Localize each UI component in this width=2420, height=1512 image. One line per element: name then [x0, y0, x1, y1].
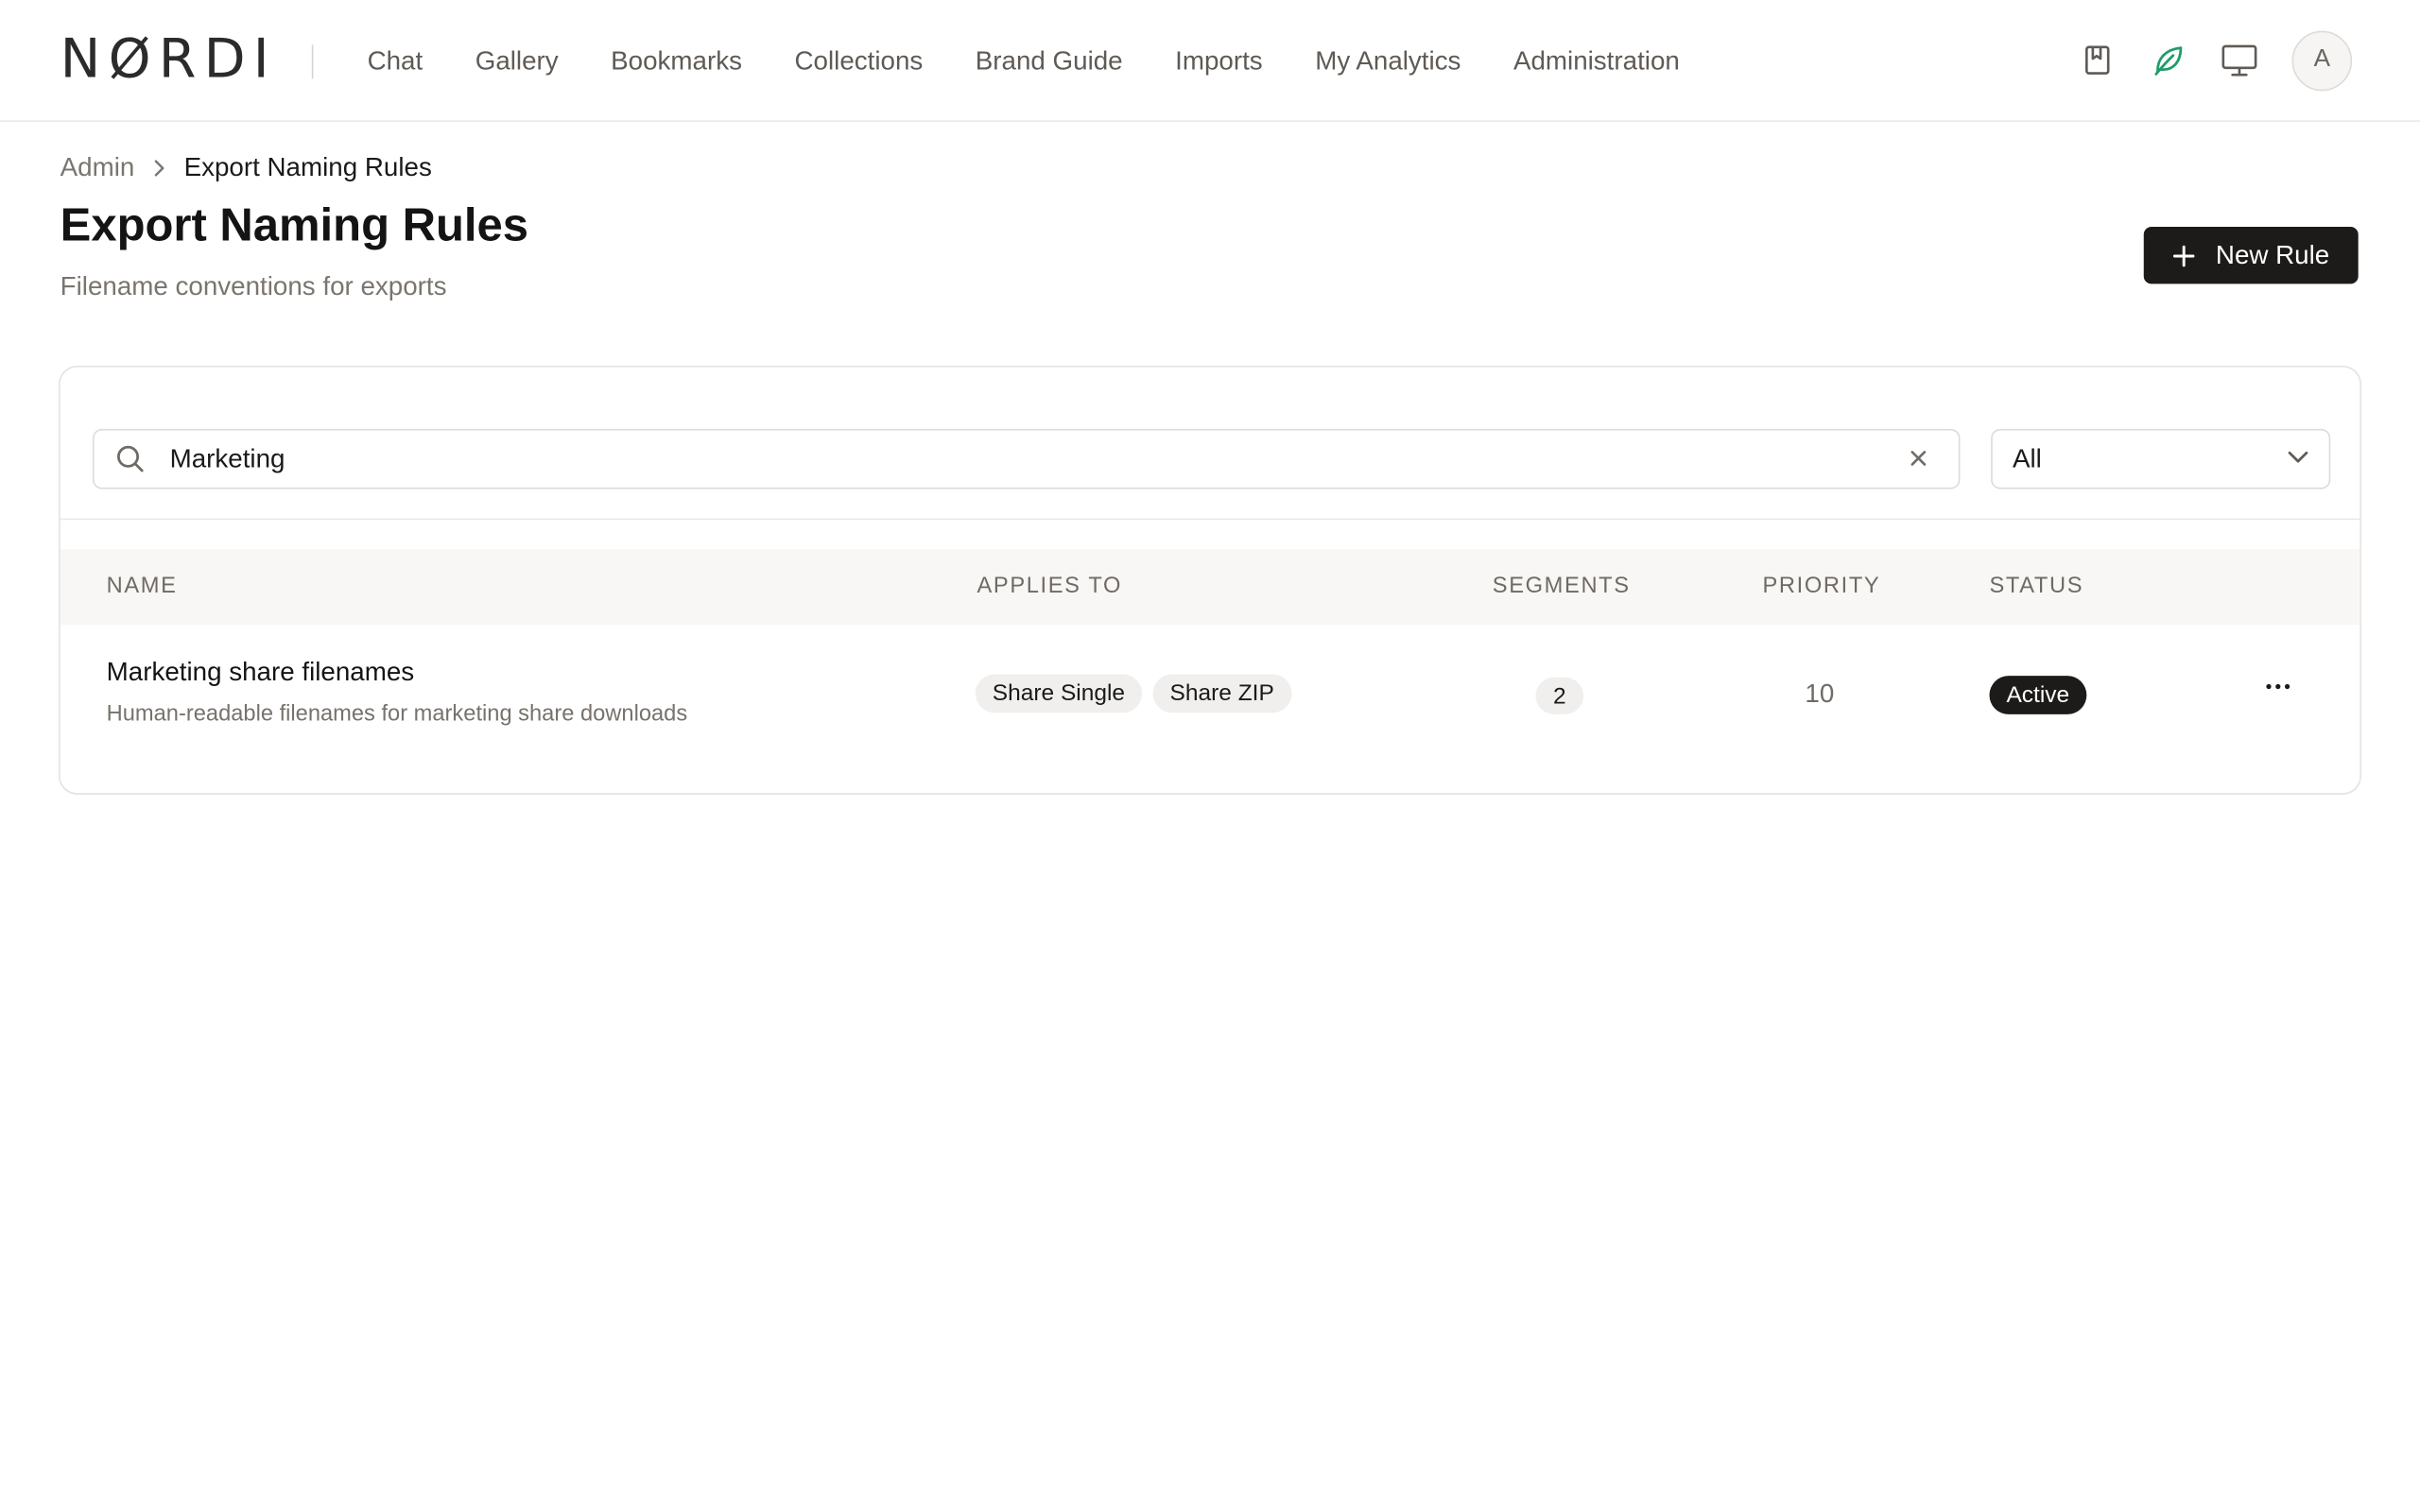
card-divider — [60, 518, 2360, 521]
nav-item-my-analytics[interactable]: My Analytics — [1315, 45, 1461, 77]
priority-value: 10 — [1805, 679, 1835, 709]
logo-text: NØRDI — [60, 29, 277, 92]
table-header: NAME APPLIES TO SEGMENTS PRIORITY STATUS — [60, 549, 2360, 626]
column-header-applies-to[interactable]: APPLIES TO — [977, 574, 1122, 598]
table-row[interactable]: Marketing share filenames Human-readable… — [60, 625, 2360, 764]
monitor-icon[interactable] — [2221, 42, 2257, 78]
app-root: NØRDI Chat Gallery Bookmarks Collections… — [0, 0, 2420, 1512]
rule-name[interactable]: Marketing share filenames — [107, 658, 415, 689]
plus-icon — [2172, 244, 2194, 266]
applies-to-chip: Share ZIP — [1152, 674, 1291, 713]
nav-item-collections[interactable]: Collections — [795, 45, 924, 77]
column-header-segments[interactable]: SEGMENTS — [1493, 574, 1631, 598]
breadcrumb-admin[interactable]: Admin — [60, 153, 135, 184]
applies-to-chip: Share Single — [975, 674, 1143, 713]
header-actions: A — [2045, 29, 2353, 91]
search-icon — [115, 444, 145, 473]
nav-item-imports[interactable]: Imports — [1175, 45, 1263, 77]
page-subtitle: Filename conventions for exports — [60, 271, 447, 301]
search-box — [92, 428, 1961, 490]
status-filter-value: All — [2012, 443, 2042, 473]
top-header: NØRDI Chat Gallery Bookmarks Collections… — [0, 0, 2420, 122]
rules-card: All NAME APPLIES TO SEGMENTS PRIORITY ST… — [59, 365, 2361, 795]
chevron-right-icon — [153, 159, 165, 178]
breadcrumb: Admin Export Naming Rules — [60, 153, 432, 184]
column-header-status[interactable]: STATUS — [1989, 574, 2083, 598]
new-rule-button[interactable]: New Rule — [2143, 226, 2359, 284]
status-filter-select[interactable]: All — [1991, 428, 2331, 490]
clear-search-icon[interactable] — [1910, 449, 1928, 468]
logo-divider — [311, 44, 314, 79]
column-header-name[interactable]: NAME — [107, 574, 178, 598]
new-rule-label: New Rule — [2215, 239, 2330, 269]
user-avatar[interactable]: A — [2291, 29, 2353, 91]
breadcrumb-current: Export Naming Rules — [183, 152, 432, 182]
leaf-icon[interactable] — [2150, 42, 2187, 78]
main-nav: Chat Gallery Bookmarks Collections Brand… — [368, 0, 1733, 122]
bookmark-icon[interactable] — [2079, 42, 2116, 78]
nav-item-administration[interactable]: Administration — [1513, 45, 1680, 77]
brand-logo[interactable]: NØRDI — [60, 32, 277, 88]
nav-item-brand-guide[interactable]: Brand Guide — [976, 45, 1123, 77]
nav-item-gallery[interactable]: Gallery — [475, 45, 559, 77]
more-actions-icon[interactable] — [2266, 683, 2290, 690]
nav-item-chat[interactable]: Chat — [368, 45, 424, 77]
chevron-down-icon — [2288, 451, 2309, 465]
page-title: Export Naming Rules — [60, 200, 529, 252]
rule-description: Human-readable filenames for marketing s… — [106, 701, 688, 727]
segments-count-badge: 2 — [1535, 677, 1584, 714]
nav-item-bookmarks[interactable]: Bookmarks — [611, 45, 742, 77]
column-header-priority[interactable]: PRIORITY — [1762, 574, 1880, 598]
status-badge: Active — [1989, 676, 2087, 714]
search-input[interactable] — [166, 441, 1865, 476]
